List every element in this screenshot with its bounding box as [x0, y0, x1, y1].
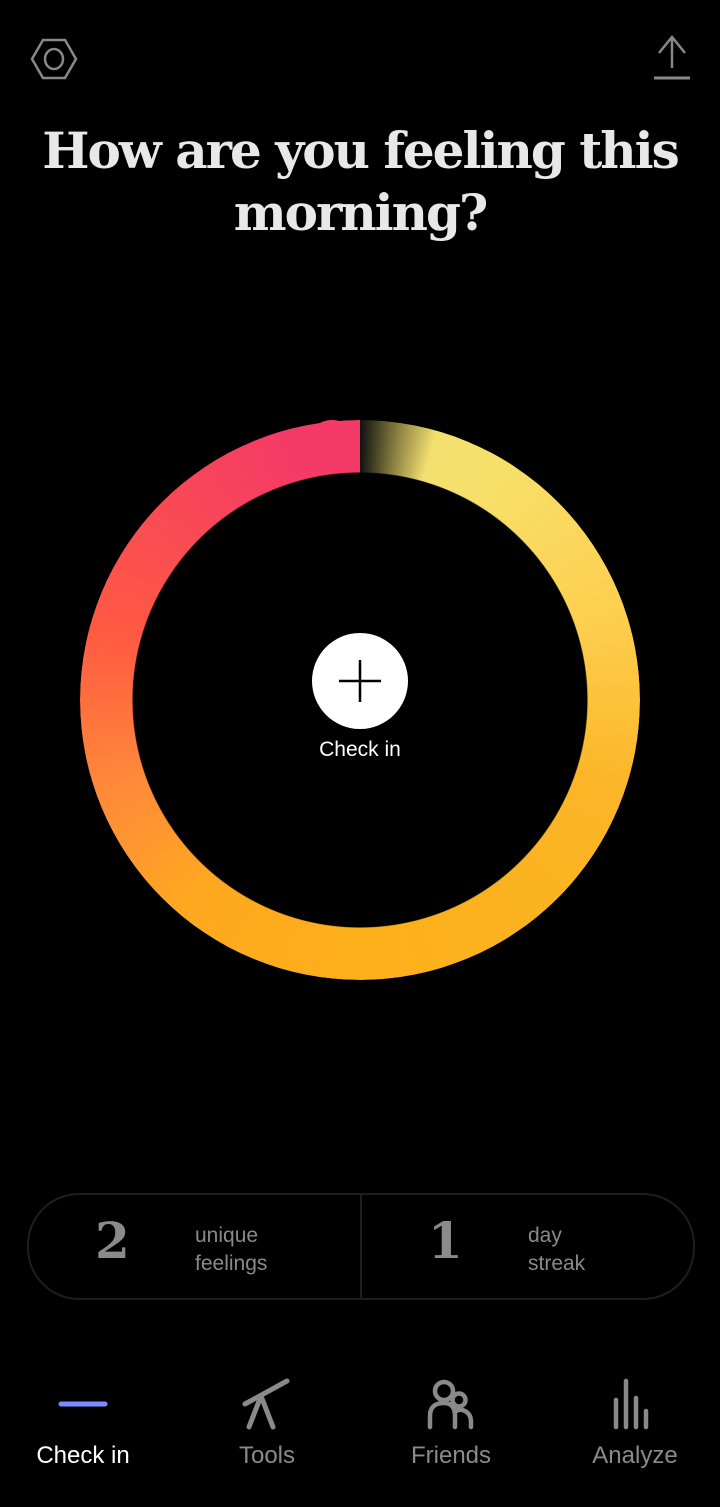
tab-friends[interactable]: Friends	[376, 1370, 526, 1470]
plus-icon	[339, 660, 381, 702]
tools-icon	[242, 1378, 290, 1430]
check-in-label: Check in	[319, 738, 401, 761]
stat-label: feelings	[195, 1252, 268, 1275]
stat-value: 1	[428, 1211, 463, 1270]
tab-tools[interactable]: Tools	[192, 1370, 342, 1470]
plus-icon	[58, 1379, 108, 1429]
stat-unique-feelings: 2 unique feelings	[29, 1195, 360, 1298]
hexagon-settings-icon	[30, 38, 78, 80]
share-upload-icon	[654, 35, 690, 80]
page-title: How are you feeling this morning?	[42, 121, 680, 242]
tab-label: Tools	[238, 1442, 296, 1469]
mood-ring-cap	[306, 420, 358, 472]
stats-card: 2 unique feelings 1 day streak	[27, 1193, 695, 1300]
stat-day-streak: 1 day streak	[360, 1195, 693, 1298]
tab-check-in[interactable]: Check in	[8, 1370, 158, 1470]
bottom-nav: Check in Tools Friends Analyze	[0, 1370, 720, 1507]
stat-value: 2	[95, 1211, 130, 1270]
settings-button[interactable]	[30, 35, 78, 83]
bar-chart-icon	[613, 1378, 649, 1430]
stat-label: unique	[195, 1224, 259, 1247]
friends-icon	[427, 1379, 474, 1430]
tab-label: Analyze	[592, 1442, 678, 1469]
tab-label: Check in	[36, 1442, 130, 1469]
stat-label: day	[528, 1224, 562, 1247]
share-button[interactable]	[650, 34, 694, 82]
check-in-button[interactable]	[312, 633, 408, 729]
tab-label: Friends	[410, 1442, 492, 1469]
stat-label: streak	[528, 1252, 586, 1275]
tab-analyze[interactable]: Analyze	[560, 1370, 710, 1470]
